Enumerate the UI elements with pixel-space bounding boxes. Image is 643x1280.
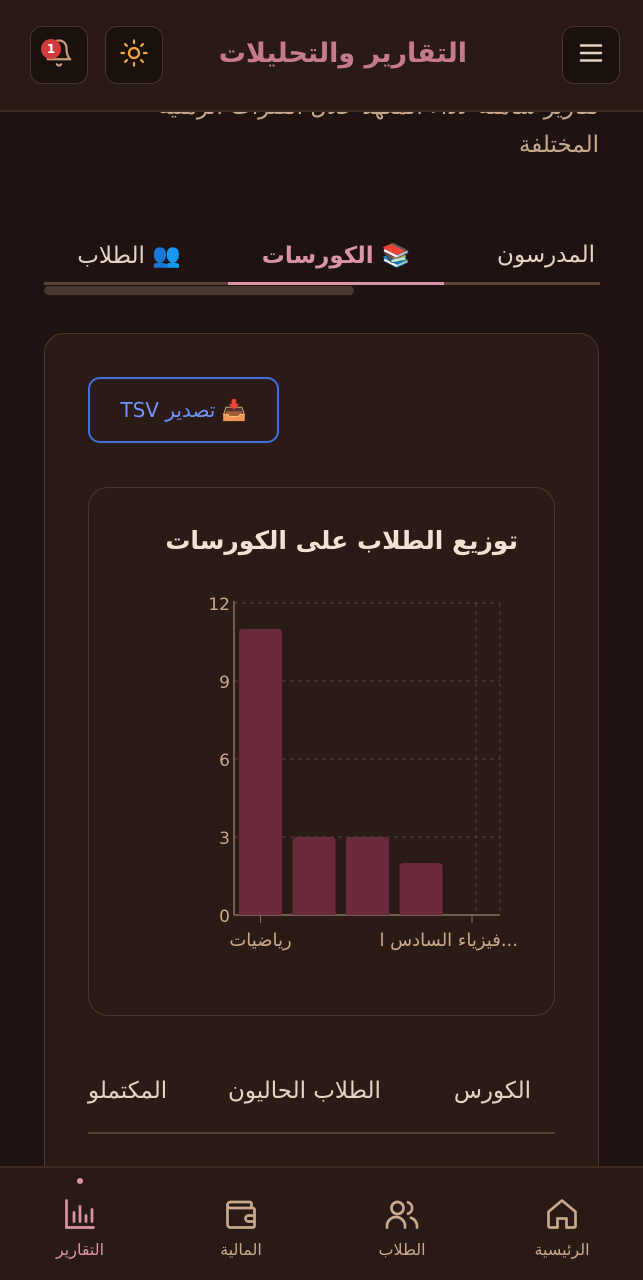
y-tick-label-1: 3 <box>219 829 230 849</box>
chart-panel: توزيع الطلاب على الكورسات 0 3 6 9 12 رياضيات ف… <box>88 487 555 1016</box>
report-tabs: المدرسون 📚 الكورسات 👥 الطلاب <box>44 226 600 295</box>
x-tick-label-0: رياضيات <box>229 930 291 951</box>
hamburger-menu-icon <box>576 38 606 72</box>
nav-label-finance: المالية <box>220 1240 262 1259</box>
export-tsv-button[interactable]: 📥 تصدير TSV <box>88 377 279 443</box>
menu-button[interactable] <box>562 26 620 84</box>
bar-1 <box>292 837 336 915</box>
nav-item-students[interactable]: الطلاب <box>342 1168 462 1278</box>
nav-label-reports: التقارير <box>55 1240 105 1259</box>
tabs-scrollbar[interactable] <box>44 286 354 295</box>
y-tick-label-2: 6 <box>219 751 230 771</box>
active-nav-dot <box>77 1178 83 1184</box>
nav-item-reports[interactable]: التقارير <box>20 1168 140 1278</box>
nav-item-finance[interactable]: المالية <box>181 1168 301 1278</box>
bar-0 <box>239 629 282 915</box>
nav-item-home[interactable]: الرئيسية <box>502 1168 622 1278</box>
tab-courses[interactable]: 📚 الكورسات <box>228 226 444 284</box>
home-icon <box>542 1194 582 1234</box>
bottom-navigation: الرئيسية الطلاب المالية التقارير <box>0 1166 643 1280</box>
column-header-course[interactable]: الكورس <box>454 1078 531 1104</box>
notifications-button[interactable]: 1 <box>30 26 88 84</box>
courses-report-card: 📥 تصدير TSV توزيع الطلاب على الكورسات 03… <box>44 333 599 1233</box>
bar-chart: 0 3 6 9 12 رياضيات فيزياء السادس ا... <box>208 595 518 951</box>
active-tab-indicator <box>228 282 444 285</box>
notification-badge: 1 <box>41 39 61 59</box>
column-header-current-students[interactable]: الطلاب الحاليون <box>228 1078 381 1104</box>
nav-label-home: الرئيسية <box>534 1240 590 1259</box>
tab-students[interactable]: 👥 الطلاب <box>44 226 214 284</box>
y-tick-label-0: 0 <box>219 907 230 927</box>
bar-chart-icon <box>60 1194 100 1234</box>
table-header-divider <box>88 1132 555 1134</box>
tab-teachers[interactable]: المدرسون <box>456 226 636 284</box>
page-title: التقارير والتحليلات <box>218 38 467 69</box>
bar-3 <box>399 863 443 915</box>
nav-label-students: الطلاب <box>378 1240 426 1259</box>
y-tick-label-4: 12 <box>208 595 230 615</box>
x-tick-label-3: فيزياء السادس ا... <box>379 930 518 951</box>
description-line-2: المختلفة <box>518 132 599 158</box>
column-header-completed[interactable]: المكتملو <box>88 1078 167 1104</box>
y-tick-label-3: 9 <box>219 673 230 693</box>
wallet-icon <box>221 1194 261 1234</box>
app-header: 1 التقارير والتحليلات <box>0 0 643 112</box>
users-icon <box>382 1194 422 1234</box>
sun-icon <box>119 38 149 72</box>
bar-2 <box>346 837 389 915</box>
theme-toggle-button[interactable] <box>105 26 163 84</box>
table-header: الكورس الطلاب الحاليون المكتملو <box>88 1074 555 1136</box>
